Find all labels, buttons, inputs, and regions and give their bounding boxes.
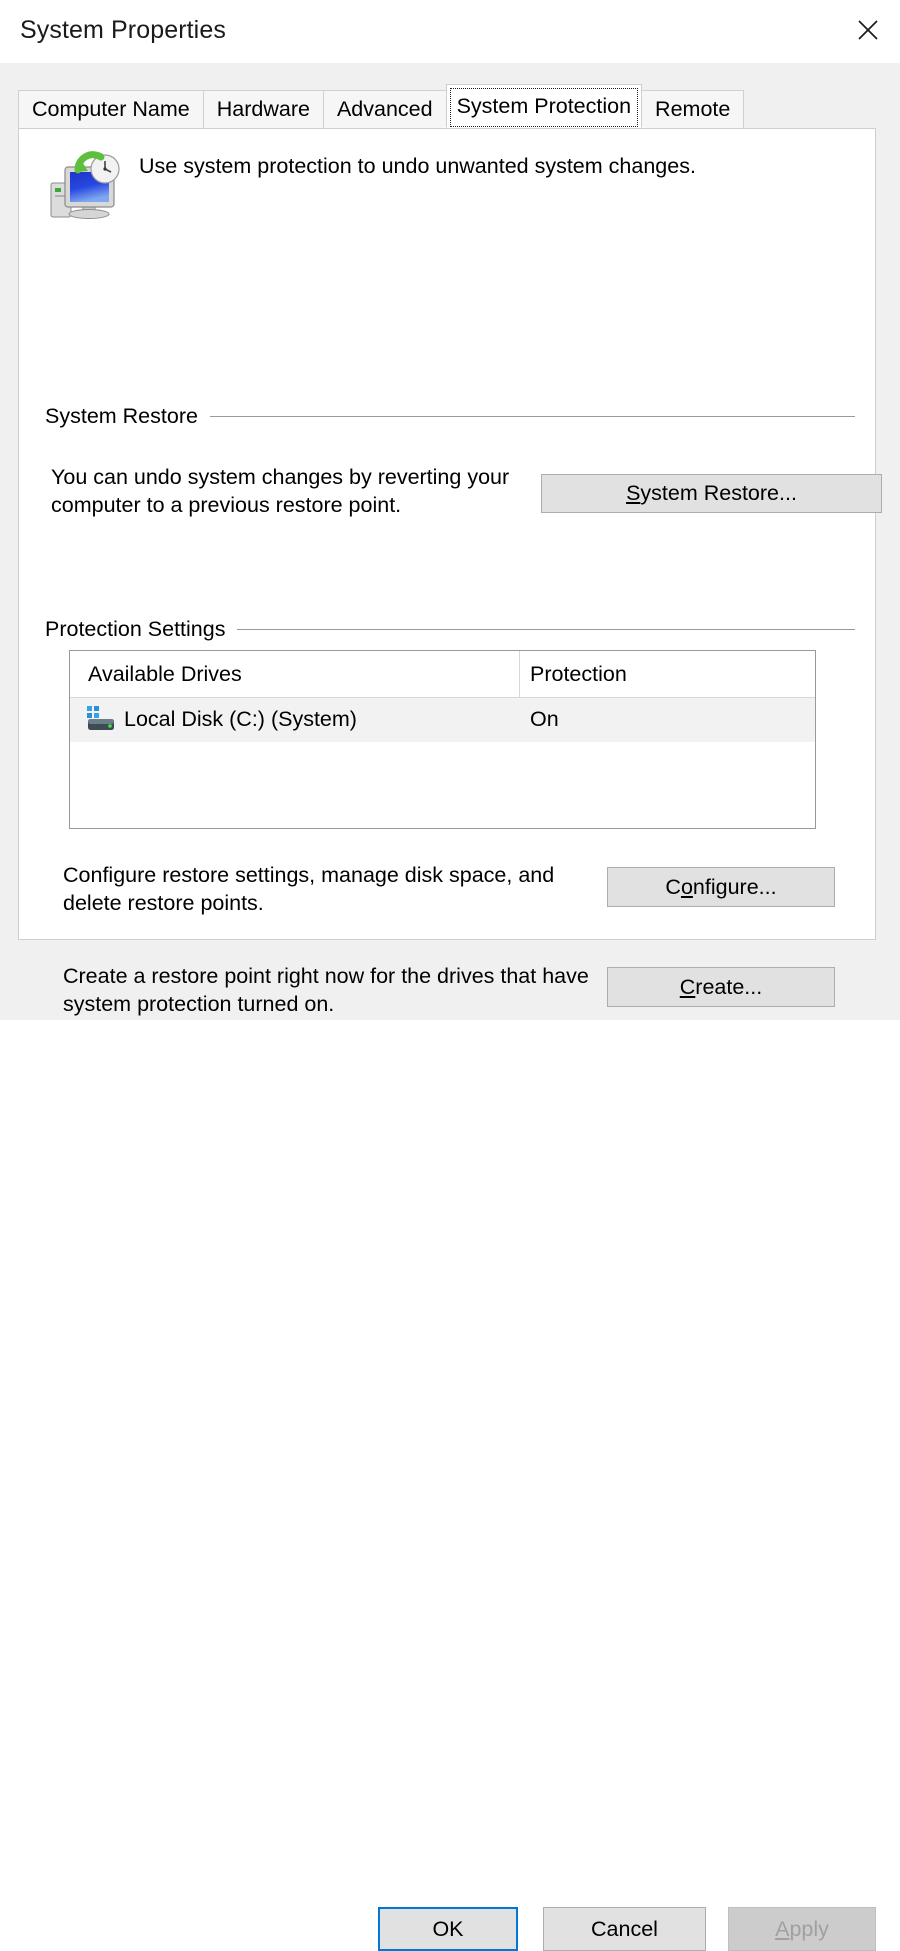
label-rest: ystem Restore... [640,481,797,505]
button-label: Cancel [591,1916,658,1941]
tab-strip: Computer Name Hardware Advanced System P… [18,84,745,128]
cancel-button[interactable]: Cancel [543,1907,706,1951]
group-header-system-restore: System Restore [45,404,855,429]
tab-hardware[interactable]: Hardware [202,90,324,128]
group-label: System Restore [45,404,198,428]
hard-drive-icon [86,706,116,733]
table-row[interactable]: Local Disk (C:) (System) On [70,698,815,742]
system-properties-dialog: System Properties Computer Name Hardware… [0,0,900,1951]
label-prefix: C [665,874,681,899]
tab-system-protection[interactable]: System Protection [445,84,643,128]
dialog-footer: OK Cancel Apply [0,952,900,1951]
tab-label: Remote [655,97,731,121]
group-label: Protection Settings [45,617,226,641]
apply-button: Apply [728,1907,876,1951]
accel-char: S [626,481,641,505]
tab-advanced[interactable]: Advanced [322,90,447,128]
tab-label: Hardware [216,97,310,121]
accel-char: A [775,1916,790,1941]
button-label: OK [432,1916,464,1941]
window-title: System Properties [20,16,226,44]
label-rest: pply [789,1916,829,1941]
button-label: Apply [775,1917,829,1942]
drive-protection-status: On [530,707,559,731]
tab-computer-name[interactable]: Computer Name [18,90,204,128]
tab-label: Computer Name [32,97,190,121]
button-label: System Restore... [626,481,797,506]
column-header-available-drives: Available Drives [88,662,242,686]
title-bar: System Properties [0,0,900,63]
tab-remote[interactable]: Remote [641,90,745,128]
configure-button[interactable]: Configure... [607,867,835,907]
system-restore-icon [45,143,123,221]
group-rule [237,629,855,630]
system-restore-description: You can undo system changes by reverting… [51,465,510,517]
drives-list-header: Available Drives Protection [70,651,815,698]
label-rest: nfigure... [692,874,777,899]
configure-description: Configure restore settings, manage disk … [63,863,555,915]
tab-label: System Protection [456,93,632,118]
column-divider [519,651,520,698]
header-description: Use system protection to undo unwanted s… [139,154,696,178]
drive-name: Local Disk (C:) (System) [124,707,357,731]
close-button[interactable] [836,0,900,60]
tab-label: Advanced [336,97,433,121]
column-header-protection: Protection [530,662,627,686]
system-restore-button[interactable]: System Restore... [541,474,882,513]
accel-char: o [680,874,693,899]
drives-list[interactable]: Available Drives Protection Local Disk (… [69,650,816,829]
tab-content-panel: Use system protection to undo unwanted s… [18,128,882,1016]
button-label: Configure... [665,875,776,900]
ok-button[interactable]: OK [378,1907,518,1951]
group-rule [209,416,855,417]
group-header-protection-settings: Protection Settings [45,617,855,642]
